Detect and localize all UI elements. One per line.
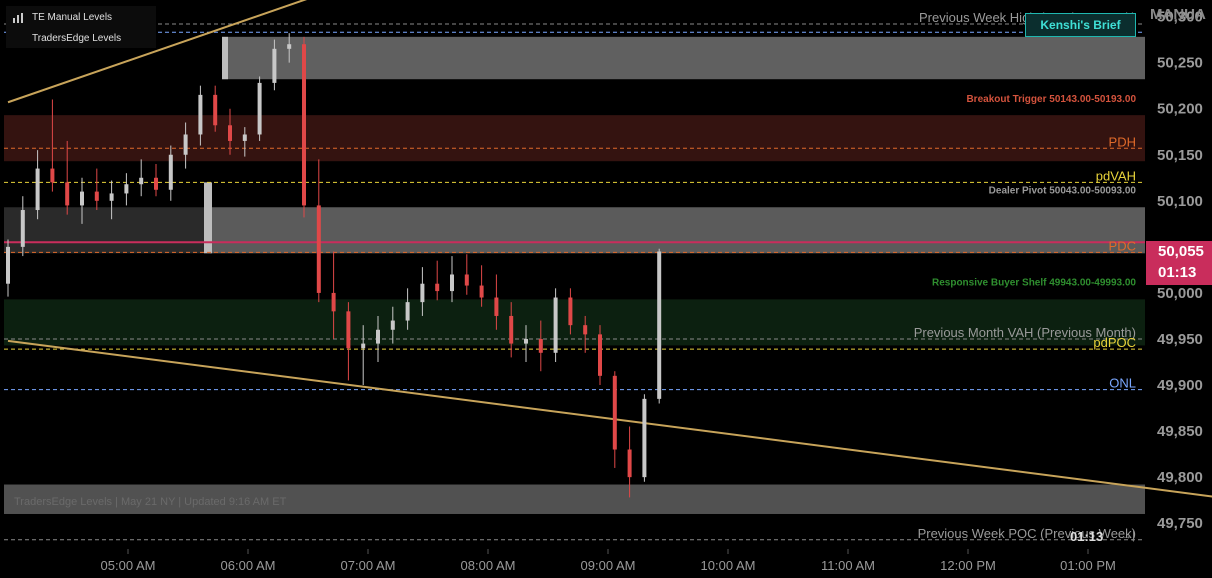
candle-body-16 — [242, 134, 247, 141]
candle-body-5 — [80, 191, 84, 206]
candle-body-39 — [583, 325, 588, 335]
candle-body-19 — [287, 44, 292, 49]
breakout-zone — [4, 115, 1145, 162]
x-tick-label-3: 08:00 AM — [461, 558, 516, 573]
candle-body-26 — [390, 320, 395, 330]
onh-handle[interactable] — [222, 36, 228, 80]
candle-body-15 — [228, 125, 232, 141]
candle-body-28 — [420, 283, 425, 303]
candle-body-23 — [346, 311, 351, 349]
legend-panel: TE Manual Levels TradersEdge Levels — [6, 6, 156, 48]
x-tick-label-5: 10:00 AM — [701, 558, 756, 573]
candle-body-37 — [553, 297, 558, 353]
x-tick-label-7: 12:00 PM — [940, 558, 996, 573]
legend-te-manual-levels[interactable]: TE Manual Levels — [32, 12, 112, 23]
y-tick-label-1: 49,800 — [1157, 469, 1203, 486]
level-label-6: PDC — [1109, 238, 1136, 253]
scroll-to-realtime-icon[interactable]: →| — [1121, 530, 1135, 542]
level-label-10: ONL — [1109, 376, 1136, 391]
candle-body-14 — [213, 94, 218, 126]
candle-body-33 — [494, 297, 499, 316]
candle-body-13 — [198, 94, 203, 135]
candle-body-30 — [450, 274, 454, 292]
x-tick-label-4: 09:00 AM — [581, 558, 636, 573]
level-label-9: pdPOC — [1093, 335, 1136, 350]
candle-body-27 — [405, 302, 410, 321]
legend-traders-edge-levels[interactable]: TradersEdge Levels — [32, 33, 121, 44]
bottom-countdown: 01:13 — [1070, 529, 1104, 544]
candle-body-18 — [272, 48, 277, 83]
candle-body-44 — [657, 251, 662, 399]
candle-body-32 — [479, 285, 484, 298]
level-label-5: Dealer Pivot 50043.00-50093.00 — [989, 185, 1137, 196]
level-label-7: Responsive Buyer Shelf 49943.00-49993.00 — [932, 277, 1136, 288]
candle-body-36 — [538, 338, 543, 353]
candle-body-0 — [6, 246, 10, 284]
candle-body-11 — [168, 154, 173, 190]
candle-body-43 — [642, 398, 647, 478]
candle-body-24 — [361, 343, 366, 349]
candle-body-9 — [139, 177, 144, 185]
candle-body-7 — [109, 193, 114, 201]
candle-body-10 — [154, 177, 158, 190]
y-tick-label-2: 49,850 — [1157, 423, 1203, 440]
y-tick-label-3: 49,900 — [1157, 377, 1203, 394]
y-tick-label-5: 50,000 — [1157, 285, 1203, 302]
candle-body-42 — [627, 449, 632, 478]
x-tick-label-2: 07:00 AM — [341, 558, 396, 573]
candle-body-3 — [50, 168, 55, 183]
candle-body-12 — [183, 134, 188, 155]
x-tick-label-8: 01:00 PM — [1060, 558, 1116, 573]
candle-body-40 — [598, 334, 602, 376]
y-tick-label-8: 50,150 — [1157, 147, 1203, 164]
candle-body-2 — [35, 168, 40, 211]
candle-body-29 — [435, 283, 440, 292]
price-axis-title: MANUA — [1150, 6, 1206, 23]
candle-body-1 — [20, 210, 25, 247]
left-pivot-subzone — [4, 207, 204, 254]
x-tick-label-1: 06:00 AM — [221, 558, 276, 573]
price-chart[interactable]: Previous Week High (Previous Week)ONHBre… — [0, 0, 1212, 578]
candle-body-22 — [331, 292, 336, 312]
watermark-text: TradersEdge Levels | May 21 NY | Updated… — [14, 496, 287, 508]
kenshis-brief-button[interactable]: Kenshi's Brief — [1025, 13, 1136, 37]
y-tick-label-4: 49,950 — [1157, 331, 1203, 348]
bar-chart-icon — [13, 13, 23, 23]
y-tick-label-7: 50,100 — [1157, 193, 1203, 210]
current-price-tag: 50,055 01:13 — [1146, 241, 1212, 285]
dealer-pivot-zone — [210, 207, 1145, 254]
level-label-4: pdVAH — [1096, 168, 1136, 183]
candle-body-31 — [464, 274, 469, 286]
level-label-3: PDH — [1109, 134, 1136, 149]
x-tick-label-0: 05:00 AM — [101, 558, 156, 573]
candle-body-17 — [257, 82, 262, 135]
y-tick-label-9: 50,200 — [1157, 101, 1203, 118]
y-tick-label-10: 50,250 — [1157, 55, 1203, 72]
candle-body-41 — [612, 375, 617, 450]
x-tick-label-6: 11:00 AM — [821, 558, 875, 573]
candle-body-4 — [65, 182, 70, 206]
candle-body-21 — [316, 205, 321, 293]
level-label-2: Breakout Trigger 50143.00-50193.00 — [966, 94, 1136, 105]
onh-zone — [222, 36, 1145, 80]
candle-body-20 — [302, 44, 306, 206]
bar-countdown: 01:13 — [1158, 264, 1197, 281]
candle-body-38 — [568, 297, 573, 326]
candle-body-35 — [524, 338, 528, 344]
current-price-value: 50,055 — [1158, 243, 1204, 260]
candle-body-34 — [509, 315, 514, 344]
candle-body-25 — [376, 329, 380, 344]
candle-body-6 — [94, 191, 99, 201]
candle-body-8 — [124, 184, 129, 194]
y-tick-label-0: 49,750 — [1157, 515, 1203, 532]
